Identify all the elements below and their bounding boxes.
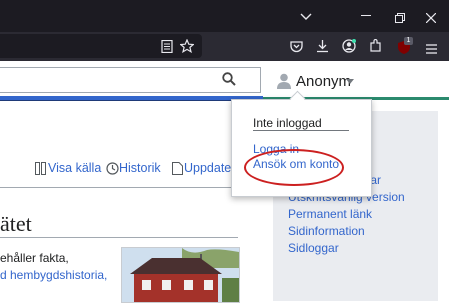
tab-view-source[interactable]: Visa källa bbox=[48, 161, 101, 175]
user-menu-label[interactable]: Anonym bbox=[296, 73, 351, 90]
view-source-icon bbox=[35, 160, 46, 178]
chevron-down-icon[interactable] bbox=[300, 8, 312, 20]
tab-history[interactable]: Historik bbox=[119, 161, 161, 175]
search-icon[interactable] bbox=[222, 72, 236, 86]
highlight-circle bbox=[244, 149, 344, 186]
body-link[interactable]: d hembygdshistoria, bbox=[0, 268, 107, 282]
sidebar-item-page-info[interactable]: Sidinformation bbox=[288, 224, 365, 238]
reader-view-icon[interactable] bbox=[161, 39, 173, 54]
account-icon[interactable] bbox=[342, 39, 356, 53]
minimize-icon[interactable] bbox=[361, 15, 371, 16]
pocket-icon[interactable] bbox=[290, 40, 303, 53]
article-image[interactable] bbox=[121, 247, 240, 303]
downloads-icon[interactable] bbox=[316, 39, 329, 53]
sidebar-item-permanent-link[interactable]: Permanent länk bbox=[288, 207, 372, 221]
dropdown-divider bbox=[253, 130, 349, 131]
dropdown-heading: Inte inloggad bbox=[253, 116, 322, 130]
history-icon bbox=[106, 160, 119, 178]
header-accent-underline bbox=[0, 100, 263, 101]
tabs-divider bbox=[0, 187, 260, 188]
user-icon bbox=[277, 73, 291, 89]
update-icon bbox=[172, 160, 183, 178]
bookmark-star-icon[interactable] bbox=[179, 38, 195, 54]
extension-badge: 1 bbox=[404, 37, 413, 45]
sidebar-item-page-logs[interactable]: Sidloggar bbox=[288, 241, 339, 255]
close-icon[interactable] bbox=[425, 10, 437, 24]
body-text-line: ehåller fakta, bbox=[0, 251, 69, 265]
menu-icon[interactable] bbox=[426, 41, 437, 54]
chevron-down-icon[interactable] bbox=[346, 79, 354, 84]
title-bar bbox=[0, 0, 449, 32]
extensions-icon[interactable] bbox=[369, 38, 382, 53]
page-title: ätet bbox=[0, 211, 32, 236]
restore-icon[interactable] bbox=[395, 10, 405, 23]
title-divider bbox=[0, 237, 238, 238]
tab-update[interactable]: Uppdater bbox=[184, 161, 235, 175]
